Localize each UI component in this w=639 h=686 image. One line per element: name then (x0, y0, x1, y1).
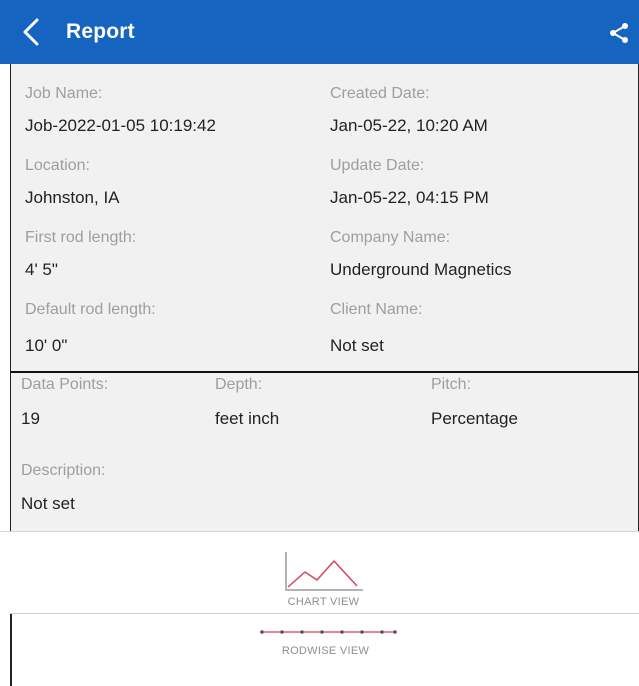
description-label: Description: (21, 462, 106, 479)
location-label: Location: (25, 157, 90, 174)
job-name-label: Job Name: (25, 85, 103, 102)
section-divider (11, 371, 639, 373)
client-name-value: Not set (330, 336, 384, 355)
client-name-label: Client Name: (330, 301, 423, 318)
first-rod-length-label: First rod length: (25, 229, 137, 246)
data-points-value: 19 (21, 409, 40, 428)
rodwise-dots-icon (260, 630, 397, 634)
update-date-label: Update Date: (330, 157, 425, 174)
default-rod-length-value: 10' 0" (25, 336, 68, 355)
report-screen: Report Job Name: Job-2022-01-05 10:19:42… (0, 0, 639, 686)
line-chart-icon (285, 552, 363, 591)
update-date-value: Jan-05-22, 04:15 PM (330, 188, 489, 207)
share-icon[interactable] (607, 21, 631, 45)
created-date-label: Created Date: (330, 85, 430, 102)
rodwise-view-label: RODWISE VIEW (281, 645, 370, 657)
company-name-value: Underground Magnetics (330, 260, 512, 279)
location-value: Johnston, IA (25, 188, 120, 207)
depth-value: feet inch (215, 409, 280, 428)
first-rod-length-value: 4' 5" (25, 260, 58, 279)
depth-label: Depth: (215, 376, 263, 393)
pitch-label: Pitch: (431, 376, 472, 393)
rodwise-view-button[interactable]: RODWISE VIEW (10, 614, 639, 686)
pitch-value: Percentage (431, 409, 518, 428)
back-chevron-icon[interactable] (18, 17, 48, 47)
created-date-value: Jan-05-22, 10:20 AM (330, 116, 488, 135)
job-info-panel: Job Name: Job-2022-01-05 10:19:42 Locati… (10, 64, 639, 531)
company-name-label: Company Name: (330, 229, 451, 246)
chart-view-label: CHART VIEW (287, 596, 360, 608)
page-title: Report (66, 20, 135, 43)
description-value: Not set (21, 494, 75, 513)
job-name-value: Job-2022-01-05 10:19:42 (25, 116, 216, 135)
data-points-label: Data Points: (21, 376, 109, 393)
default-rod-length-label: Default rod length: (25, 301, 156, 318)
app-bar: Report (0, 0, 639, 64)
chart-view-button[interactable]: CHART VIEW (10, 532, 637, 613)
